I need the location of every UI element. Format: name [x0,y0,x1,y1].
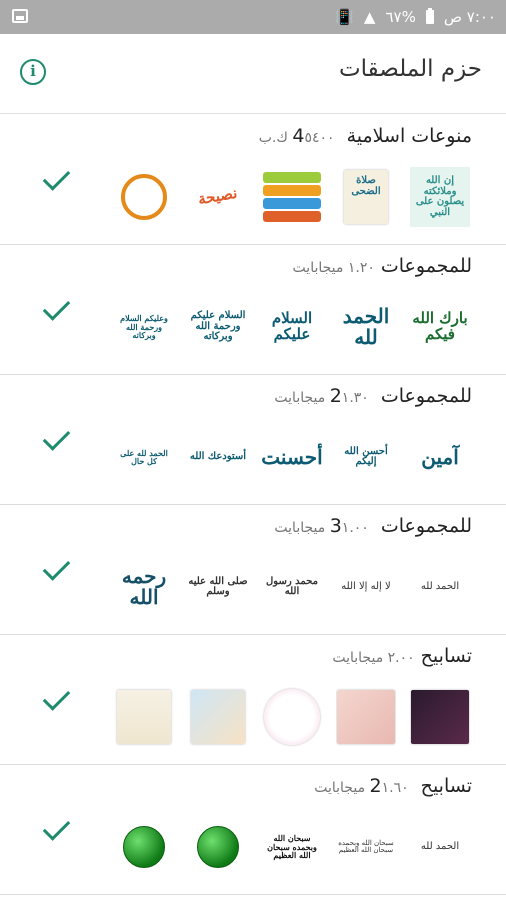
sticker-previews: الحمد لله لا إله إلا الله محمد رسول الله… [110,557,470,623]
sticker-thumb: صلى الله عليه وسلم [188,575,248,597]
sticker-thumb: أحسنت [262,444,322,469]
added-check-icon[interactable] [44,430,68,444]
pack-size: ١.٣٠ ميجابايت [274,390,369,406]
sticker-thumb: إن الله وملائكته يصلون على النبي [410,167,470,227]
vibrate-icon: 📳 [335,8,354,26]
sticker-thumb: سبحان الله وبحمده سبحان الله العظيم [267,833,317,861]
sticker-previews: إن الله وملائكته يصلون على النبي صلاة ال… [110,167,470,233]
sticker-thumb: آمين [421,444,459,469]
signal-icon: ▲ [363,8,376,26]
sticker-thumb: نصيحة [196,183,239,209]
clock: ٧:٠٠ ص [443,8,496,26]
battery-percent: ٦٧% [385,8,416,26]
added-check-icon[interactable] [44,560,68,574]
pack-name: للمجموعات [380,255,472,277]
pack-header: للمجموعات 3١.٠٠ ميجابايت [274,515,472,537]
headphones-icon [121,174,167,220]
sticker-thumb [336,687,396,747]
battery-icon [425,8,434,24]
pack-row[interactable]: للمجموعات 2١.٣٠ ميجابايت آمين أحسن الله … [0,375,506,505]
pack-size: ٢.٠٠ ميجابايت [332,650,415,666]
pack-row[interactable]: للمجموعات ١.٢٠ ميجابايت بارك الله فيكم ال… [0,245,506,375]
pack-row[interactable]: منوعات اسلامية 4٥٤٠٠ ك.ب إن الله وملائكت… [0,115,506,245]
sticker-thumb [114,167,174,227]
gallery-notification-icon [12,9,28,23]
sticker-thumb: محمد رسول الله [266,575,318,597]
sticker-previews: بارك الله فيكم الحمد لله السلام عليكم ال… [110,297,470,363]
pack-row[interactable]: للمجموعات 3١.٠٠ ميجابايت الحمد لله لا إل… [0,505,506,635]
sticker-previews [110,687,470,753]
sticker-thumb: أحسن الله إليكم [344,445,388,467]
pack-header: تسابيح ٢.٠٠ ميجابايت [332,645,472,667]
pack-header: للمجموعات ١.٢٠ ميجابايت [293,255,472,277]
sticker-thumb [188,817,248,877]
sticker-thumb: الحمد لله على كل حال [120,447,168,466]
pack-size: ١.٠٠ ميجابايت [274,520,369,536]
pack-row[interactable]: تسابيح ٢.٠٠ ميجابايت [0,635,506,765]
pack-size: ١.٦٠ ميجابايت [314,780,409,796]
green-ball-sticker [123,826,165,868]
sticker-thumb: السلام عليكم ورحمة الله وبركاته [190,310,246,343]
sticker-thumb: وعليكم السلام ورحمة الله وبركاته [120,313,168,341]
sticker-thumb: السلام عليكم [271,309,313,343]
pack-name: تسابيح [420,645,472,667]
sticker-thumb: أستودعك الله [189,450,247,462]
sticker-thumb: سبحان الله وبحمده سبحان الله العظيم [338,838,394,854]
status-right: 📳 ▲ ٦٧% ٧:٠٠ ص [335,8,496,26]
pack-header: للمجموعات 2١.٣٠ ميجابايت [274,385,472,407]
green-ball-sticker [197,826,239,868]
sticker-thumb [410,687,470,747]
sticker-previews: آمين أحسن الله إليكم أحسنت أستودعك الله … [110,427,470,493]
page-title: حزم الملصقات [338,56,482,82]
pack-header: تسابيح 2١.٦٠ ميجابايت [314,775,472,797]
pack-row[interactable]: تسابيح 2١.٦٠ ميجابايت الحمد لله سبحان ال… [0,765,506,895]
sticker-thumb: صلاة الضحى [336,167,396,227]
sticker-thumb [262,687,322,747]
sticker-thumb: لا إله إلا الله [341,580,391,592]
added-check-icon[interactable] [44,170,68,184]
info-icon[interactable]: i [20,59,46,85]
pack-size: ١.٢٠ ميجابايت [292,260,375,276]
sticker-thumb [262,167,322,227]
sticker-thumb: بارك الله فيكم [412,309,468,343]
sticker-thumb [188,687,248,747]
sticker-thumb: الحمد لله [420,840,460,852]
sticker-thumb: رحمه الله [121,564,167,609]
app-bar: i حزم الملصقات [0,34,506,114]
pack-header: منوعات اسلامية 4٥٤٠٠ ك.ب [259,125,472,147]
status-bar: 📳 ▲ ٦٧% ٧:٠٠ ص [0,0,506,34]
added-check-icon[interactable] [44,690,68,704]
added-check-icon[interactable] [44,300,68,314]
sticker-thumb [114,687,174,747]
sticker-thumb [114,817,174,877]
sticker-thumb: الحمد لله [342,304,390,349]
sticker-thumb: الحمد لله [420,580,460,592]
sticker-previews: الحمد لله سبحان الله وبحمده سبحان الله ا… [110,817,470,883]
added-check-icon[interactable] [44,820,68,834]
